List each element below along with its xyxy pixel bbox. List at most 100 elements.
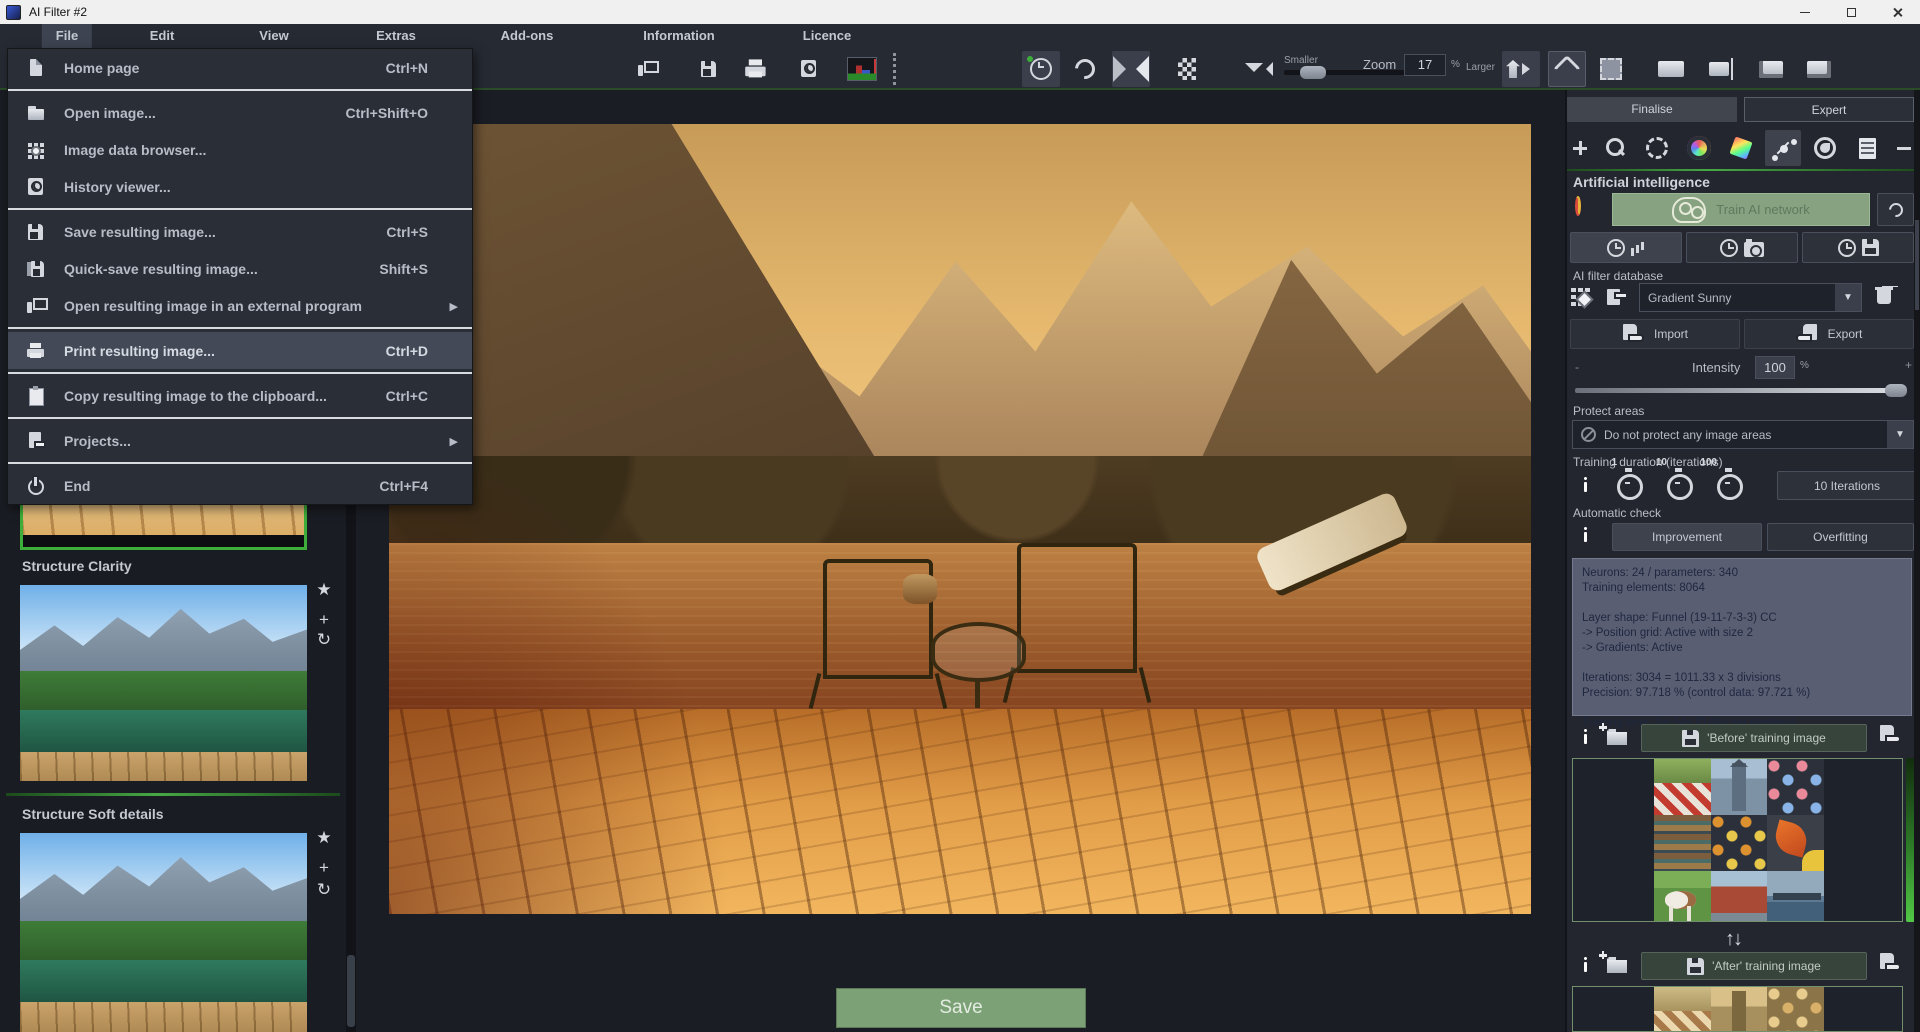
zoom-value-input[interactable]: 17 xyxy=(1404,54,1446,76)
category-colorwheel-button[interactable] xyxy=(1681,130,1717,166)
menu-item-open-image[interactable]: Open image... Ctrl+Shift+O xyxy=(8,94,472,131)
category-settings-button[interactable] xyxy=(1639,130,1675,166)
rotate-left-button[interactable] xyxy=(1752,51,1790,87)
favorite-star-icon[interactable]: ★ xyxy=(313,828,335,848)
intensity-unit: % xyxy=(1800,360,1809,371)
iterations-button[interactable]: 10 Iterations xyxy=(1777,471,1917,500)
menu-extras[interactable]: Extras xyxy=(362,24,430,48)
category-colorcube-button[interactable] xyxy=(1723,130,1759,166)
projector-button[interactable] xyxy=(790,51,828,87)
before-training-image-button[interactable]: 'Before' training image xyxy=(1641,724,1867,752)
sync-preset-icon[interactable]: ↻ xyxy=(313,630,335,650)
menu-edit[interactable]: Edit xyxy=(136,24,189,48)
protect-select[interactable]: Do not protect any image areas ▼ xyxy=(1572,420,1914,449)
collage-tile-color-dots xyxy=(1767,759,1824,815)
external-program-button[interactable] xyxy=(628,51,666,87)
check-label: Automatic check xyxy=(1573,506,1661,520)
history-rotate-button[interactable] xyxy=(1022,51,1060,87)
fit-view-button[interactable] xyxy=(1240,51,1278,87)
intensity-slider-handle[interactable] xyxy=(1885,384,1907,397)
retrain-sync-icon[interactable] xyxy=(1575,199,1581,213)
redo-button[interactable] xyxy=(1066,51,1104,87)
after-collage-box[interactable] xyxy=(1572,986,1903,1032)
preset-thumbnail-2[interactable] xyxy=(20,833,307,1032)
db-select[interactable]: Gradient Sunny ▼ xyxy=(1639,283,1862,312)
tab-expert[interactable]: Expert xyxy=(1744,97,1914,122)
canvas-width-button[interactable] xyxy=(1652,51,1690,87)
menu-item-image-data-browser[interactable]: Image data browser... xyxy=(8,131,472,168)
close-button[interactable] xyxy=(1874,0,1920,24)
add-category-button[interactable] xyxy=(1567,130,1593,166)
import-button[interactable]: Import xyxy=(1570,319,1740,349)
swap-before-after-icon[interactable]: ↑↓ xyxy=(1725,928,1741,951)
zoom-label: Zoom xyxy=(1363,57,1396,72)
menu-view[interactable]: View xyxy=(245,24,302,48)
preset-divider xyxy=(6,793,340,796)
before-collage-box[interactable] xyxy=(1572,758,1903,922)
menu-file[interactable]: File xyxy=(42,24,92,48)
menu-item-copy-clipboard[interactable]: Copy resulting image to the clipboard...… xyxy=(8,377,472,414)
selection-marquee-icon xyxy=(1600,58,1622,80)
intensity-minus[interactable]: - xyxy=(1575,360,1579,374)
right-panel-scrollbar-handle[interactable] xyxy=(1915,220,1919,310)
menu-item-quick-save[interactable]: Quick-save resulting image... Shift+S xyxy=(8,250,472,287)
sidebar-scrollbar-handle[interactable] xyxy=(347,955,355,1027)
histogram-button[interactable] xyxy=(843,51,881,87)
menu-item-end[interactable]: End Ctrl+F4 xyxy=(8,467,472,504)
favorite-star-icon[interactable]: ★ xyxy=(313,580,335,600)
redo-icon xyxy=(1071,55,1099,83)
menu-addons[interactable]: Add-ons xyxy=(487,24,568,48)
train-options-button[interactable] xyxy=(1877,193,1914,226)
zoom-slider-handle[interactable] xyxy=(1300,66,1326,79)
category-search-button[interactable] xyxy=(1597,130,1633,166)
rotate-crop-button[interactable] xyxy=(1548,51,1586,87)
export-image-button[interactable] xyxy=(690,51,728,87)
right-panel-scrollbar[interactable] xyxy=(1914,90,1920,1032)
history-chart-toggle[interactable] xyxy=(1570,232,1682,263)
category-report-button[interactable] xyxy=(1849,130,1885,166)
before-collage xyxy=(1654,759,1824,921)
protect-select-caret[interactable]: ▼ xyxy=(1887,421,1913,448)
train-ai-network-button[interactable]: Train AI network xyxy=(1612,193,1870,226)
menu-item-print[interactable]: Print resulting image... Ctrl+D xyxy=(8,332,472,369)
category-ai-button[interactable] xyxy=(1765,130,1801,166)
intensity-input[interactable]: 100 xyxy=(1755,356,1795,379)
after-training-image-button[interactable]: 'After' training image xyxy=(1641,952,1867,980)
menu-information[interactable]: Information xyxy=(629,24,729,48)
menu-licence[interactable]: Licence xyxy=(789,24,865,48)
thumb-deck xyxy=(20,752,307,781)
db-select-caret[interactable]: ▼ xyxy=(1835,284,1861,311)
edited-photo[interactable] xyxy=(389,124,1531,914)
menu-item-home-page[interactable]: Home page Ctrl+N xyxy=(8,49,472,86)
sync-preset-icon[interactable]: ↻ xyxy=(313,880,335,900)
toolbar-separator xyxy=(893,53,896,85)
add-preset-icon[interactable]: + xyxy=(313,858,335,878)
menu-item-projects[interactable]: Projects... ▶ xyxy=(8,422,472,459)
canvas-height-button[interactable] xyxy=(1702,51,1740,87)
external-program-icon xyxy=(26,296,46,316)
selection-button[interactable] xyxy=(1592,51,1630,87)
checker-button[interactable] xyxy=(1168,51,1206,87)
minimize-button[interactable] xyxy=(1782,0,1828,24)
export-label: Export xyxy=(1828,327,1863,341)
history-snapshot-toggle[interactable] xyxy=(1686,232,1798,263)
preset-thumbnail-1[interactable] xyxy=(20,585,307,781)
add-preset-icon[interactable]: + xyxy=(313,610,335,630)
tab-finalise[interactable]: Finalise xyxy=(1567,97,1737,122)
panorama-view-button[interactable] xyxy=(737,51,775,87)
save-button[interactable]: Save xyxy=(836,988,1086,1028)
overfitting-button[interactable]: Overfitting xyxy=(1767,523,1914,551)
menu-item-save-resulting-image[interactable]: Save resulting image... Ctrl+S xyxy=(8,213,472,250)
menu-item-open-external[interactable]: Open resulting image in an external prog… xyxy=(8,287,472,324)
enlarge-button[interactable] xyxy=(1502,51,1540,87)
category-aperture-button[interactable] xyxy=(1807,130,1843,166)
protect-label: Protect areas xyxy=(1573,404,1644,418)
maximize-button[interactable] xyxy=(1828,0,1874,24)
export-button[interactable]: Export xyxy=(1744,319,1914,349)
flip-horizontal-button[interactable] xyxy=(1112,51,1150,87)
rotate-right-button[interactable] xyxy=(1800,51,1838,87)
intensity-plus[interactable]: + xyxy=(1905,358,1912,372)
improvement-button[interactable]: Improvement xyxy=(1612,523,1762,551)
menu-item-history-viewer[interactable]: History viewer... xyxy=(8,168,472,205)
history-save-toggle[interactable] xyxy=(1802,232,1914,263)
